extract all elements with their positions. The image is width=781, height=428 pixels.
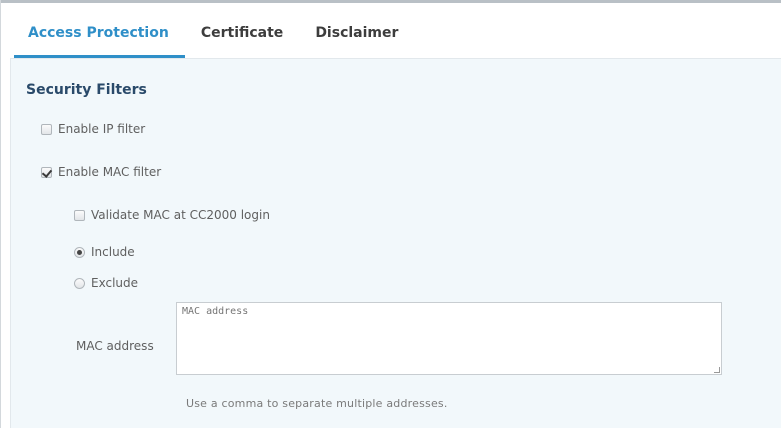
exclude-radio[interactable] [74,277,85,289]
ip-filter-label: Enable IP filter [58,122,146,136]
mac-filter-label: Enable MAC filter [58,165,162,179]
section-title: Security Filters [26,82,147,98]
mac-address-hint: Use a comma to separate multiple address… [186,397,448,410]
mac-address-label: MAC address [76,339,154,353]
tab-access-protection[interactable]: Access Protection [14,14,185,58]
include-label: Include [91,245,135,259]
ip-filter-option[interactable]: Enable IP filter [41,122,145,136]
exclude-label: Exclude [91,276,139,290]
mac-filter-option[interactable]: Enable MAC filter [41,165,161,179]
include-option[interactable]: Include [74,245,135,259]
validate-mac-option[interactable]: Validate MAC at CC2000 login [74,208,270,222]
mac-address-input[interactable] [176,302,722,375]
window-left-border [0,0,1,428]
validate-mac-label: Validate MAC at CC2000 login [91,208,270,222]
tab-disclaimer[interactable]: Disclaimer [299,14,414,58]
validate-mac-checkbox[interactable] [74,209,85,221]
window-top-border [0,0,781,3]
ip-filter-checkbox[interactable] [41,123,52,135]
exclude-option[interactable]: Exclude [74,276,138,290]
mac-filter-checkbox[interactable] [41,166,52,178]
include-radio[interactable] [74,246,85,258]
resize-grip-icon[interactable] [714,367,720,373]
tab-bar: Access Protection Certificate Disclaimer [14,14,781,58]
tab-certificate[interactable]: Certificate [185,14,299,58]
access-protection-panel: Security Filters Enable IP filter Enable… [10,58,781,428]
